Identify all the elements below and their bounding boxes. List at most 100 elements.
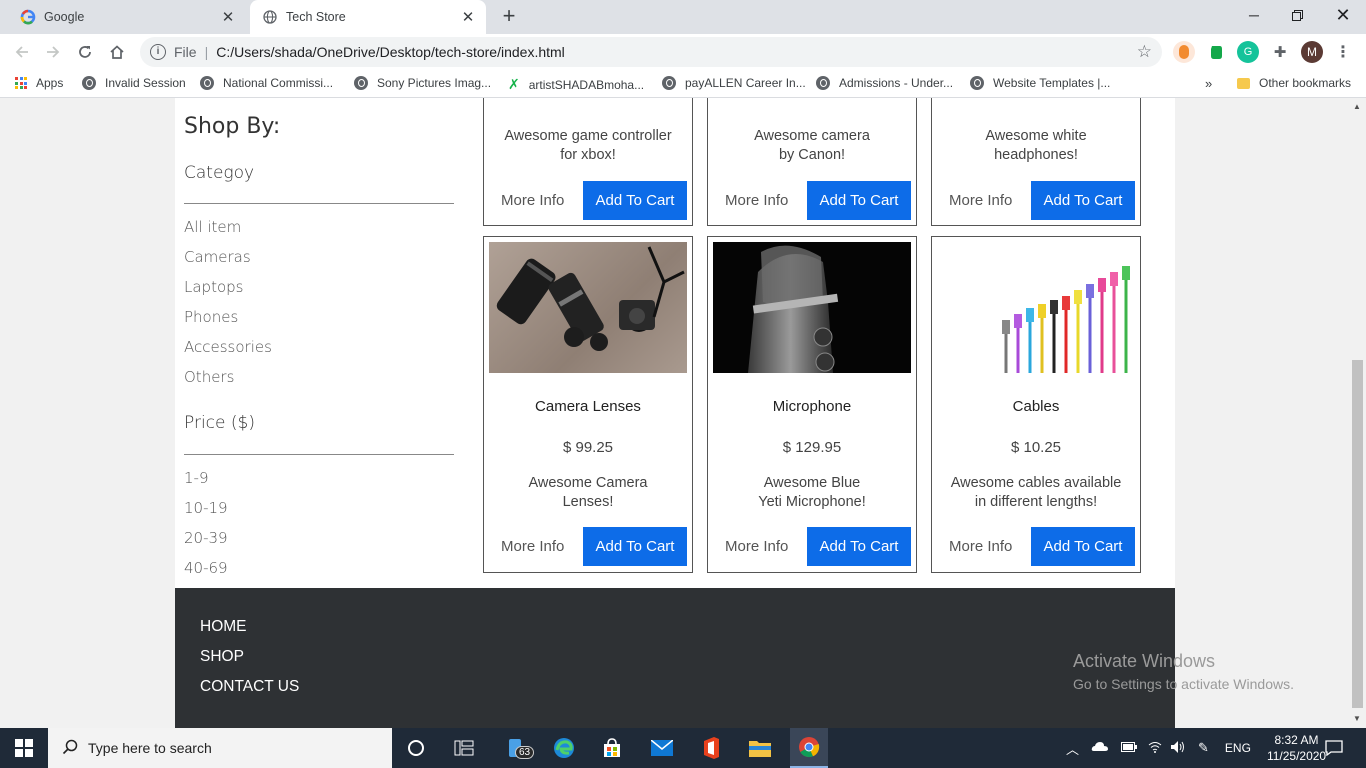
- other-bookmarks[interactable]: Other bookmarks: [1237, 76, 1351, 90]
- office-icon[interactable]: [699, 736, 723, 760]
- add-to-cart-button[interactable]: Add To Cart: [1031, 527, 1135, 566]
- bookmark-label: Admissions - Under...: [839, 76, 954, 90]
- clock-time: 8:32 AM: [1274, 733, 1319, 747]
- category-link[interactable]: Laptops: [184, 278, 243, 296]
- forward-icon[interactable]: [40, 39, 66, 65]
- more-info-link[interactable]: More Info: [725, 192, 788, 209]
- task-view-icon[interactable]: [452, 736, 476, 760]
- microsoft-store-icon[interactable]: [600, 736, 624, 760]
- globe-icon: [354, 76, 368, 90]
- bookmark-item[interactable]: National Commissi...: [200, 76, 333, 90]
- category-link[interactable]: All item: [184, 218, 241, 236]
- restore-icon[interactable]: [1274, 0, 1320, 30]
- globe-icon: [200, 76, 214, 90]
- puzzle-green-icon: ✗: [508, 76, 520, 92]
- bookmark-item[interactable]: Invalid Session: [82, 76, 186, 90]
- bookmark-item[interactable]: payALLEN Career In...: [662, 76, 806, 90]
- scroll-up-icon[interactable]: ▲: [1353, 102, 1361, 111]
- bookmark-item[interactable]: Website Templates |...: [970, 76, 1110, 90]
- minimize-icon[interactable]: ─: [1231, 0, 1277, 30]
- chrome-taskbar-icon[interactable]: [790, 728, 828, 768]
- more-info-link[interactable]: More Info: [949, 538, 1012, 555]
- scroll-down-icon[interactable]: ▼: [1353, 714, 1361, 723]
- page-scrollbar[interactable]: ▲ ▼: [1350, 98, 1366, 728]
- clock[interactable]: 8:32 AM 11/25/2020: [1267, 732, 1326, 764]
- back-icon[interactable]: [9, 39, 35, 65]
- product-price: $ 99.25: [562, 439, 614, 456]
- price-filter-link[interactable]: 10-19: [184, 499, 228, 517]
- category-heading: Categoy: [184, 163, 255, 183]
- bookmark-star-icon[interactable]: ☆: [1137, 42, 1152, 62]
- show-hidden-icons-icon[interactable]: ︿: [1066, 739, 1079, 758]
- extension-icon[interactable]: [1173, 41, 1195, 63]
- bookmark-apps[interactable]: Apps: [15, 76, 63, 90]
- wifi-icon[interactable]: [1148, 741, 1162, 756]
- footer-link-contact[interactable]: CONTACT US: [200, 678, 299, 696]
- bookmarks-overflow-icon[interactable]: »: [1205, 76, 1212, 91]
- add-to-cart-button[interactable]: Add To Cart: [1031, 181, 1135, 220]
- category-link[interactable]: Others: [184, 368, 234, 386]
- footer-link-home[interactable]: HOME: [200, 618, 247, 636]
- footer-link-shop[interactable]: SHOP: [200, 648, 244, 666]
- product-name: Microphone: [772, 398, 852, 415]
- info-icon[interactable]: i: [150, 44, 166, 60]
- add-to-cart-button[interactable]: Add To Cart: [807, 527, 911, 566]
- close-window-icon[interactable]: ✕: [1320, 0, 1366, 30]
- store-container: Shop By: Categoy All item Cameras Laptop…: [175, 98, 1175, 728]
- edge-icon[interactable]: [552, 736, 576, 760]
- more-info-link[interactable]: More Info: [949, 192, 1012, 209]
- volume-icon[interactable]: [1170, 740, 1186, 757]
- onedrive-icon[interactable]: [1091, 741, 1109, 755]
- add-to-cart-button[interactable]: Add To Cart: [583, 527, 687, 566]
- bookmark-item[interactable]: Admissions - Under...: [816, 76, 953, 90]
- globe-icon: [970, 76, 984, 90]
- watermark-subtitle: Go to Settings to activate Windows.: [1073, 676, 1294, 692]
- category-link[interactable]: Phones: [184, 308, 238, 326]
- close-tab-icon[interactable]: ✕: [218, 7, 238, 27]
- add-to-cart-button[interactable]: Add To Cart: [807, 181, 911, 220]
- product-price: $ 10.25: [1010, 439, 1062, 456]
- apps-grid-icon: [15, 77, 27, 89]
- product-image-microphone: [713, 242, 911, 373]
- price-filter-link[interactable]: 40-69: [184, 559, 228, 577]
- menu-kebab-icon[interactable]: ⋮: [1332, 41, 1354, 63]
- scrollbar-thumb[interactable]: [1352, 360, 1363, 708]
- action-center-icon[interactable]: [1322, 736, 1346, 760]
- taskbar-search-box[interactable]: Type here to search: [48, 728, 392, 768]
- more-info-link[interactable]: More Info: [501, 192, 564, 209]
- mail-icon[interactable]: [650, 736, 674, 760]
- address-bar[interactable]: i File | C:/Users/shada/OneDrive/Desktop…: [140, 37, 1162, 67]
- more-info-link[interactable]: More Info: [501, 538, 564, 555]
- tab-tech-store[interactable]: Tech Store ✕: [250, 0, 486, 34]
- evernote-icon[interactable]: [1205, 41, 1227, 63]
- product-description: Awesome camera by Canon!: [754, 128, 870, 163]
- add-to-cart-button[interactable]: Add To Cart: [583, 181, 687, 220]
- price-filter-link[interactable]: 1-9: [184, 469, 209, 487]
- windows-start-icon[interactable]: [12, 736, 36, 760]
- phone-link-icon[interactable]: 63: [503, 736, 535, 760]
- category-link[interactable]: Cameras: [184, 248, 251, 266]
- product-description: Awesome game controller for xbox!: [504, 128, 672, 163]
- watermark-title: Activate Windows: [1073, 651, 1216, 671]
- more-info-link[interactable]: More Info: [725, 538, 788, 555]
- bookmark-item[interactable]: ✗ artistSHADABmoha...: [508, 76, 644, 93]
- home-icon[interactable]: [104, 39, 130, 65]
- pen-icon[interactable]: ✎: [1198, 740, 1209, 756]
- language-indicator[interactable]: ENG: [1225, 741, 1251, 755]
- new-tab-icon[interactable]: +: [497, 5, 521, 29]
- extensions-puzzle-icon[interactable]: ✚: [1269, 41, 1291, 63]
- profile-avatar[interactable]: M: [1301, 41, 1323, 63]
- reload-icon[interactable]: [72, 39, 98, 65]
- tab-google[interactable]: Google ✕: [8, 0, 246, 34]
- bookmark-item[interactable]: Sony Pictures Imag...: [354, 76, 491, 90]
- close-tab-icon[interactable]: ✕: [458, 7, 478, 27]
- product-description: Awesome Blue Yeti Microphone!: [758, 475, 866, 510]
- battery-icon[interactable]: [1121, 741, 1138, 755]
- grammarly-icon[interactable]: G: [1237, 41, 1259, 63]
- cortana-icon[interactable]: [404, 736, 428, 760]
- bookmark-label: Invalid Session: [105, 76, 186, 90]
- category-link[interactable]: Accessories: [184, 338, 272, 356]
- price-filter-link[interactable]: 20-39: [184, 529, 228, 547]
- product-description: Awesome cables available in different len…: [950, 475, 1122, 510]
- file-explorer-icon[interactable]: [748, 736, 772, 760]
